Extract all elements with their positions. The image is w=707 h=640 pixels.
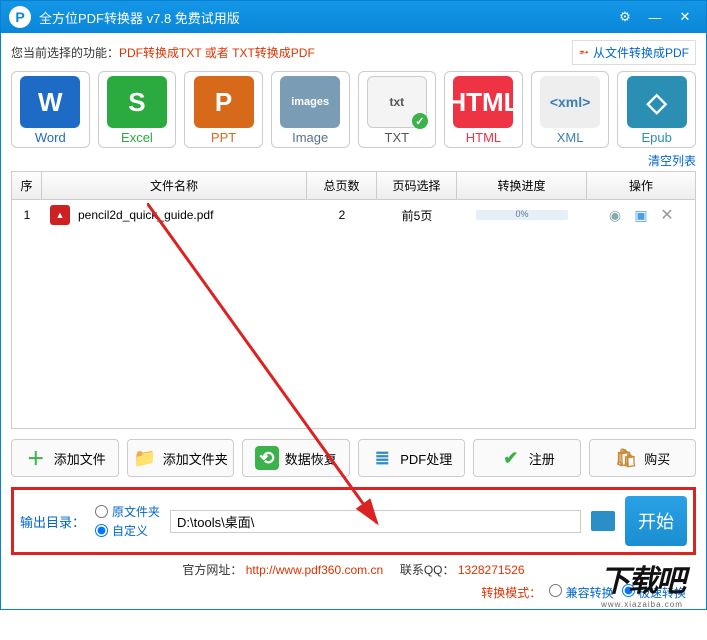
pdf-process-button[interactable]: ≣PDF处理 (358, 439, 466, 477)
remove-row-icon[interactable]: ✕ (658, 206, 676, 224)
output-row: 输出目录： 原文件夹 自定义 开始 (11, 487, 696, 555)
epub-icon: ◇ (627, 76, 687, 128)
app-logo-icon: P (9, 6, 31, 28)
current-function-prefix: 您当前选择的功能： (11, 44, 119, 61)
data-recovery-button[interactable]: ⟲数据恢复 (242, 439, 350, 477)
file-table: 序 文件名称 总页数 页码选择 转换进度 操作 1 ▲ pencil2d_qui… (11, 171, 696, 429)
titlebar: P 全方位PDF转换器 v7.8 免费试用版 ⚙ ― ✕ (1, 1, 706, 33)
image-icon: images (280, 76, 340, 128)
close-button[interactable]: ✕ (672, 7, 698, 27)
format-xml[interactable]: <xml>XML (531, 71, 610, 148)
format-txt[interactable]: txtTXT (358, 71, 437, 148)
progress-bar: 0% (476, 210, 568, 220)
format-image[interactable]: imagesImage (271, 71, 350, 148)
format-excel[interactable]: SExcel (98, 71, 177, 148)
official-url[interactable]: http://www.pdf360.com.cn (246, 563, 383, 577)
col-filename: 文件名称 (42, 172, 307, 199)
col-pages: 总页数 (307, 172, 377, 199)
buy-button[interactable]: 🛍购买 (589, 439, 697, 477)
col-ops: 操作 (587, 172, 695, 199)
row-filename: pencil2d_quick_guide.pdf (78, 208, 213, 222)
register-button[interactable]: ✔注册 (473, 439, 581, 477)
contact-qq: 1328271526 (458, 563, 525, 577)
bag-icon: 🛍 (614, 446, 638, 470)
browse-folder-icon[interactable] (591, 511, 615, 531)
add-folder-button[interactable]: 📁添加文件夹 (127, 439, 235, 477)
pdf-process-icon: ≣ (370, 446, 394, 470)
plus-icon: ＋ (24, 446, 48, 470)
word-icon: W (20, 76, 80, 128)
format-buttons: WWord SExcel PPPT imagesImage txtTXT HTM… (11, 71, 696, 148)
output-original-radio[interactable]: 原文件夹 (95, 503, 160, 520)
format-html[interactable]: HTMLHTML (444, 71, 523, 148)
excel-icon: S (107, 76, 167, 128)
current-function-name: PDF转换成TXT 或者 TXT转换成PDF (119, 44, 315, 61)
table-row[interactable]: 1 ▲ pencil2d_quick_guide.pdf 2 前5页 0% ◉ … (12, 200, 695, 230)
format-ppt[interactable]: PPPT (184, 71, 263, 148)
row-pagesel[interactable]: 前5页 (377, 207, 457, 224)
minimize-button[interactable]: ― (642, 7, 668, 27)
col-progress: 转换进度 (457, 172, 587, 199)
mode-label: 转换模式： (481, 584, 541, 601)
row-index: 1 (12, 208, 42, 222)
col-pagesel: 页码选择 (377, 172, 457, 199)
output-custom-radio[interactable]: 自定义 (95, 522, 160, 539)
add-file-button[interactable]: ＋添加文件 (11, 439, 119, 477)
format-epub[interactable]: ◇Epub (617, 71, 696, 148)
xml-icon: <xml> (540, 76, 600, 128)
convert-from-file-button[interactable]: ➵ 从文件转换成PDF (572, 40, 696, 65)
ppt-icon: P (194, 76, 254, 128)
output-label: 输出目录： (20, 512, 85, 531)
start-button[interactable]: 开始 (625, 496, 687, 546)
clear-list-link[interactable]: 清空列表 (648, 154, 696, 168)
folder-plus-icon: 📁 (133, 446, 157, 470)
html-icon: HTML (453, 76, 513, 128)
recovery-icon: ⟲ (255, 446, 279, 470)
open-output-icon[interactable]: ◉ (606, 206, 624, 224)
col-index: 序 (12, 172, 42, 199)
check-icon: ✔ (499, 446, 523, 470)
format-word[interactable]: WWord (11, 71, 90, 148)
window-title: 全方位PDF转换器 v7.8 免费试用版 (39, 8, 612, 27)
output-path-input[interactable] (170, 510, 581, 533)
txt-icon: txt (367, 76, 427, 128)
pdf-file-icon: ▲ (50, 205, 70, 225)
arrow-icon: ➵ (579, 45, 589, 59)
row-pages: 2 (307, 208, 377, 222)
open-folder-icon[interactable]: ▣ (632, 206, 650, 224)
watermark: 下载吧 www.xiazaiba.com (582, 556, 702, 609)
settings-icon[interactable]: ⚙ (612, 7, 638, 27)
